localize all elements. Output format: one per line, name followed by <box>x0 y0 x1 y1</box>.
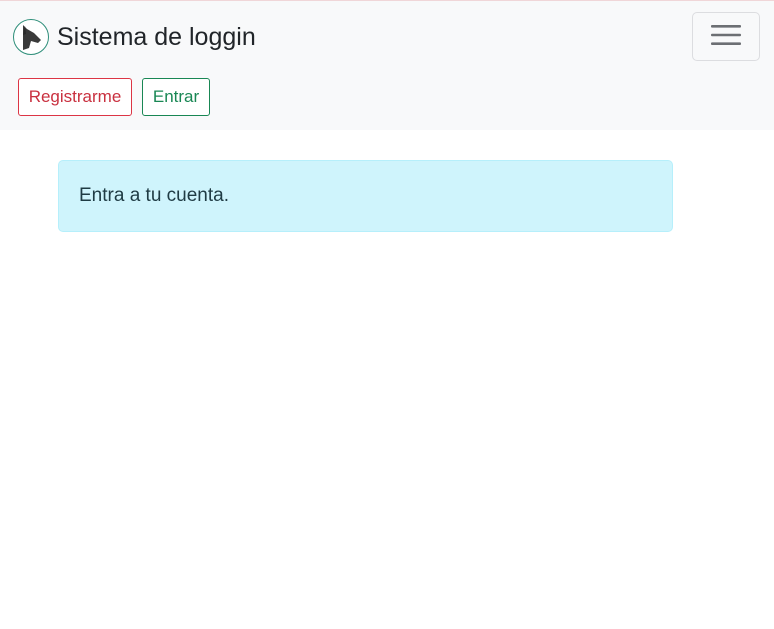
login-button[interactable]: Entrar <box>142 78 210 116</box>
brand[interactable]: Sistema de loggin <box>13 18 256 56</box>
register-button[interactable]: Registrarme <box>18 78 132 116</box>
brand-title: Sistema de loggin <box>57 22 256 51</box>
alert-text: Entra a tu cuenta. <box>79 185 229 206</box>
navbar-toggler-button[interactable] <box>692 12 760 61</box>
dog-head-icon <box>13 19 49 55</box>
info-alert: Entra a tu cuenta. <box>58 160 673 232</box>
navbar: Sistema de loggin Registrarme Entrar <box>0 0 774 130</box>
hamburger-menu-icon <box>710 23 742 50</box>
